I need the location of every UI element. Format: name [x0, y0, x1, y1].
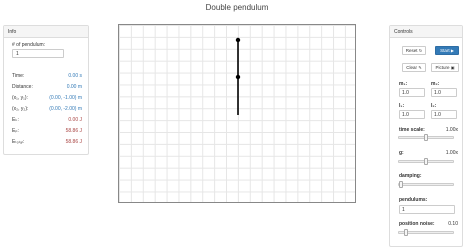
g-value: 1.00x — [445, 150, 458, 156]
info-row: (x₁, y₁): (0.00, -1.00) m — [12, 94, 82, 102]
bob-1[interactable] — [235, 74, 241, 80]
info-row-value: 0.00 s — [68, 73, 82, 79]
page-title: Double pendulum — [205, 3, 269, 12]
info-row-value: 58.86 J — [65, 128, 82, 134]
time-scale-value: 1.00x — [445, 127, 458, 133]
g-slider[interactable] — [398, 158, 454, 165]
info-row: (x₂, y₂): (0.00, -2.00) m — [12, 105, 82, 113]
picture-button-label: Picture — [435, 65, 450, 70]
eraser-icon: ✎ — [418, 65, 422, 70]
m2-input[interactable]: 1.0 — [431, 88, 457, 97]
pivot — [235, 37, 241, 43]
info-row: Eₜₒₜₐₗ: 58.86 J — [12, 138, 82, 146]
info-row-value: (0.00, -2.00) m — [49, 106, 82, 112]
l1-label: l₁: — [399, 103, 405, 109]
num-pendulum-input[interactable]: 1 — [12, 49, 64, 58]
g-label: g: — [399, 150, 404, 156]
info-row: Distance: 0.00 m — [12, 83, 82, 91]
info-row-value: (0.00, -1.00) m — [49, 95, 82, 101]
clear-button[interactable]: Clear ✎ — [402, 63, 426, 72]
picture-button[interactable]: Picture ▣ — [431, 63, 459, 72]
pendulum-drawing — [235, 37, 241, 115]
info-row-label: Time: — [12, 73, 25, 79]
clear-button-label: Clear — [406, 65, 418, 70]
info-row-label: Distance: — [12, 84, 33, 90]
pendulums-label: pendulums: — [399, 197, 428, 203]
damping-thumb[interactable] — [399, 181, 403, 188]
position-noise-label: position noise: — [399, 221, 435, 227]
l1-input[interactable]: 1.0 — [399, 110, 425, 119]
m1-label: m₁: — [399, 81, 408, 87]
l2-input[interactable]: 1.0 — [431, 110, 457, 119]
info-row-label: Eₚ: — [12, 128, 19, 134]
info-panel: Info # of pendulum: 1 Time: 0.00 s Distanc… — [3, 25, 89, 155]
position-noise-thumb[interactable] — [404, 229, 408, 236]
damping-slider[interactable] — [398, 181, 454, 188]
time-scale-slider[interactable] — [398, 134, 454, 141]
time-scale-thumb[interactable] — [424, 134, 428, 141]
play-icon: ▶ — [450, 48, 454, 53]
g-thumb[interactable] — [424, 158, 428, 165]
info-row-label: (x₂, y₂): — [12, 106, 29, 112]
info-row: Time: 0.00 s — [12, 72, 82, 80]
pendulums-input[interactable]: 1 — [399, 205, 455, 214]
refresh-icon: ↻ — [418, 48, 423, 53]
controls-panel: Controls Reset ↻ Start ▶ Clear ✎ Picture… — [389, 25, 463, 247]
l2-label: l₂: — [431, 103, 437, 109]
num-pendulum-label: # of pendulum: — [12, 42, 46, 48]
info-row-label: (x₁, y₁): — [12, 95, 28, 101]
info-row: Eₖ: 0.00 J — [12, 116, 82, 124]
info-row-label: Eₖ: — [12, 117, 19, 123]
start-button[interactable]: Start ▶ — [435, 46, 459, 55]
info-row-label: Eₜₒₜₐₗ: — [12, 139, 25, 145]
info-row: Eₚ: 58.86 J — [12, 127, 82, 135]
info-row-value: 0.00 J — [68, 117, 82, 123]
damping-label: damping: — [399, 173, 422, 179]
time-scale-label: time scale: — [399, 127, 425, 133]
info-row-value: 0.00 m — [66, 84, 82, 90]
position-noise-slider[interactable] — [398, 229, 454, 236]
m2-label: m₂: — [431, 81, 440, 87]
start-button-label: Start — [440, 48, 450, 53]
info-row-value: 58.86 J — [65, 139, 82, 145]
info-header: Info — [4, 26, 88, 38]
reset-button[interactable]: Reset ↻ — [402, 46, 426, 55]
picture-icon: ▣ — [450, 65, 455, 70]
reset-button-label: Reset — [405, 48, 418, 53]
pendulum-canvas[interactable] — [118, 24, 356, 203]
position-noise-value: 0.10 — [448, 221, 458, 227]
m1-input[interactable]: 1.0 — [399, 88, 425, 97]
controls-header: Controls — [390, 26, 462, 38]
